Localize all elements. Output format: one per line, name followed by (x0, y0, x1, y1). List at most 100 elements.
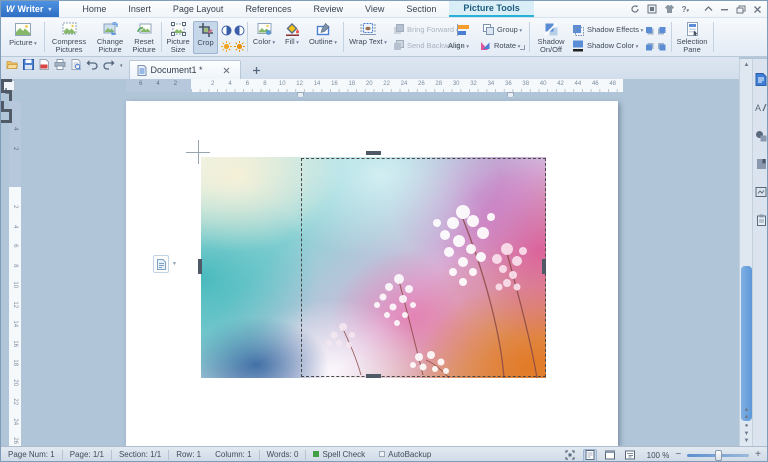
outline-button[interactable]: Outline (306, 21, 340, 54)
change-picture-button[interactable]: Change Picture (92, 21, 128, 54)
crop-handle-right[interactable] (542, 259, 546, 274)
refresh-icon[interactable] (630, 4, 640, 14)
menu-tab[interactable]: Section (395, 1, 447, 17)
print-preview-icon[interactable] (71, 57, 81, 75)
spell-check-toggle[interactable]: Spell Check (306, 450, 372, 460)
brightness-up-button[interactable] (221, 40, 232, 53)
menu-tab[interactable]: Insert (117, 1, 162, 17)
panel-icon-clipboard[interactable] (756, 213, 767, 231)
ruler-margin-numbers: 642 (139, 81, 178, 87)
qat-dropdown-icon[interactable]: ▾ (120, 63, 123, 69)
panel-icon-proofing[interactable]: A (755, 101, 767, 119)
shadow-onoff-icon (543, 22, 558, 36)
crop-label: Crop (197, 38, 214, 47)
menu-tab[interactable]: View (354, 1, 395, 17)
save-icon[interactable] (23, 57, 34, 75)
change-picture-label: Change Picture (96, 37, 124, 54)
outline-label: Outline (309, 38, 337, 48)
vertical-scrollbar[interactable]: ▲ ▲ ▲ ● ▼ ▼ (739, 59, 752, 446)
panel-icon-preview[interactable] (755, 185, 767, 203)
shadow-style-4-button[interactable] (657, 40, 667, 53)
open-icon[interactable] (6, 57, 19, 75)
menu-tab[interactable]: Page Layout (162, 1, 235, 17)
page-layout-view-icon[interactable] (582, 448, 597, 461)
new-tab-icon[interactable] (251, 64, 263, 76)
color-button[interactable]: Color (250, 21, 278, 54)
document-tab[interactable]: Document1 * (128, 60, 241, 79)
brightness-down-button[interactable] (234, 40, 245, 53)
crop-handle-bottom-right[interactable] (1, 112, 12, 123)
menu-tab[interactable]: References (234, 1, 302, 17)
group-button[interactable]: Group (483, 23, 522, 36)
crop-handle-left[interactable] (198, 259, 202, 274)
shadow-style-2-button[interactable] (657, 24, 667, 37)
shadow-style-3-button[interactable] (645, 40, 655, 53)
document-canvas[interactable]: 642 2 4 6 8 10 12 14 16 18 20 22 24 26 28 30 32 34 36 38 40… (1, 79, 739, 446)
fill-button[interactable]: Fill (279, 21, 305, 54)
shadow-onoff-button[interactable]: Shadow On/Off (533, 21, 569, 54)
compress-pictures-icon (62, 22, 76, 35)
selection-pane-button[interactable]: Selection Pane (675, 21, 709, 54)
tab-close-icon[interactable] (221, 64, 233, 76)
crop-region[interactable] (301, 158, 546, 377)
align-button[interactable]: Align (448, 39, 469, 52)
status-page-num: Page Num: 1 (1, 450, 63, 460)
shadow-effects-button[interactable]: Shadow Effects (572, 23, 643, 36)
rotate-button[interactable]: Rotate (480, 39, 520, 52)
panel-icon-shapes[interactable] (755, 129, 767, 147)
export-pdf-icon[interactable] (39, 57, 49, 75)
wrap-text-button[interactable]: Wrap Text (347, 21, 389, 54)
outline-view-icon[interactable] (623, 449, 637, 462)
tab-picture-tools[interactable]: Picture Tools (449, 1, 534, 17)
scrollbar-thumb[interactable] (741, 266, 752, 421)
align-label: Align (448, 41, 469, 50)
status-column: Column: 1 (208, 450, 260, 460)
rotate-icon (481, 42, 490, 50)
zoom-slider[interactable] (687, 449, 750, 461)
menu-tab-strip: Home Insert Page Layout References Review Vie… (71, 1, 447, 17)
close-icon[interactable] (753, 5, 762, 14)
horizontal-ruler[interactable]: 642 2 4 6 8 10 12 14 16 18 20 22 24 26 28 30 32 34 36 38 40… (126, 79, 623, 92)
help-icon[interactable]: ?▾ (682, 5, 689, 14)
writer-menu-button[interactable]: W Writer (1, 1, 60, 17)
menu-tab[interactable]: Home (71, 1, 117, 17)
zoom-level[interactable]: 100 % (647, 451, 670, 460)
layout-options-button[interactable] (153, 255, 169, 273)
menu-tab[interactable]: Review (302, 1, 354, 17)
vertical-ruler[interactable]: 42 2 4 6 8 10 12 14 16 18 20 22 24 26 (9, 101, 21, 446)
resources-icon[interactable] (647, 4, 657, 14)
picture-button[interactable]: Picture (4, 21, 42, 54)
zoom-in-button[interactable]: + (755, 450, 761, 460)
reset-picture-button[interactable]: Reset Picture (129, 21, 159, 54)
zoom-slider-thumb[interactable] (715, 449, 723, 461)
picture-size-button[interactable]: Picture Size (164, 21, 192, 54)
ruler-crop-marker-right[interactable] (507, 92, 514, 98)
shadow-color-button[interactable]: Shadow Color (572, 39, 638, 52)
collapse-ribbon-icon[interactable] (704, 5, 713, 13)
color-label: Color (253, 38, 275, 48)
shadow-style-1-button[interactable] (645, 24, 655, 37)
crop-handle-bottom[interactable] (366, 374, 381, 378)
print-icon[interactable] (54, 57, 66, 75)
contrast-down-button[interactable] (234, 24, 245, 37)
panel-icon-bookmark[interactable] (756, 157, 767, 175)
crop-handle-top-right[interactable] (1, 90, 12, 101)
autobackup-toggle[interactable]: AutoBackup (372, 450, 438, 460)
crop-handle-bottom-left[interactable] (1, 101, 12, 112)
fullscreen-view-icon[interactable] (563, 449, 577, 462)
contrast-up-button[interactable] (221, 24, 232, 37)
crop-button[interactable]: Crop (193, 21, 218, 54)
redo-icon[interactable] (103, 57, 115, 75)
restore-icon[interactable] (736, 5, 746, 14)
zoom-out-button[interactable]: − (675, 450, 681, 460)
web-layout-view-icon[interactable] (603, 449, 617, 462)
crop-handle-top[interactable] (366, 151, 381, 155)
minimize-icon[interactable] (720, 5, 729, 13)
layout-options-caret-icon[interactable]: ▼ (172, 261, 177, 267)
arrange-dialog-launcher[interactable] (520, 45, 525, 50)
compress-pictures-button[interactable]: Compress Pictures (47, 21, 91, 54)
ruler-crop-marker-left[interactable] (297, 92, 304, 98)
panel-icon-document[interactable] (755, 73, 767, 91)
skin-icon[interactable] (664, 4, 675, 14)
undo-icon[interactable] (86, 57, 98, 75)
